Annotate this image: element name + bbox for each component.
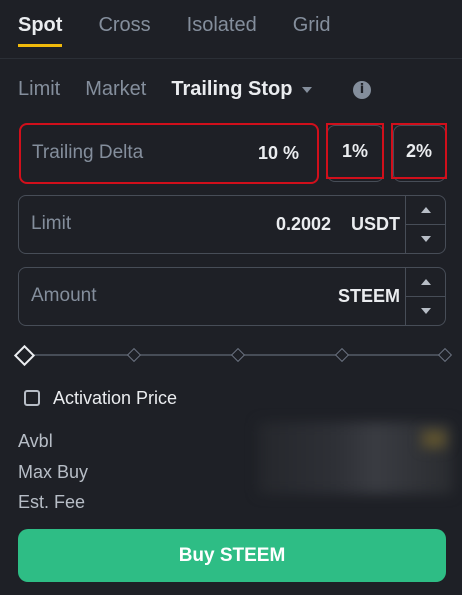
- chevron-down-icon: [421, 235, 431, 242]
- activation-price-checkbox[interactable]: [24, 390, 40, 406]
- amount-stepper: [405, 268, 446, 326]
- limit-decrement-button[interactable]: [406, 225, 446, 254]
- max-buy-label: Max Buy: [18, 462, 89, 482]
- trailing-delta-preset-2-button[interactable]: 2%: [391, 123, 447, 179]
- limit-stepper: [405, 196, 446, 254]
- blurred-icon: [422, 430, 446, 448]
- chevron-down-icon: [421, 307, 431, 314]
- amount-unit: STEEM: [337, 286, 400, 306]
- slider-mark-100[interactable]: [437, 347, 453, 363]
- info-icon[interactable]: i: [353, 81, 371, 99]
- limit-value: 0.2002: [275, 214, 331, 234]
- amount-label: Amount: [31, 285, 97, 306]
- tab-cross[interactable]: Cross: [98, 14, 150, 37]
- order-type-trailing-stop[interactable]: Trailing Stop: [171, 78, 313, 101]
- amount-increment-button[interactable]: [406, 268, 446, 297]
- trailing-delta-input[interactable]: Trailing Delta 10 %: [19, 123, 319, 184]
- chevron-up-icon: [421, 278, 431, 285]
- tabs-divider: [0, 58, 462, 59]
- trailing-delta-value: 10 %: [257, 143, 299, 163]
- tab-isolated[interactable]: Isolated: [187, 14, 257, 37]
- est-fee-label: Est. Fee: [18, 492, 86, 512]
- order-type-selector: Limit Market Trailing Stop: [18, 78, 313, 101]
- limit-increment-button[interactable]: [406, 196, 446, 225]
- limit-label: Limit: [31, 213, 72, 234]
- trailing-delta-label: Trailing Delta: [32, 142, 144, 163]
- activation-price-label: Activation Price: [53, 388, 178, 408]
- slider-mark-25[interactable]: [126, 347, 142, 363]
- order-type-trailing-stop-label: Trailing Stop: [171, 78, 293, 100]
- chevron-up-icon: [421, 206, 431, 213]
- order-type-limit[interactable]: Limit: [18, 78, 60, 101]
- amount-decrement-button[interactable]: [406, 297, 446, 326]
- limit-unit: USDT: [351, 214, 400, 234]
- avbl-label: Avbl: [18, 431, 53, 451]
- tab-grid[interactable]: Grid: [293, 14, 331, 37]
- order-type-market[interactable]: Market: [85, 78, 146, 101]
- amount-input[interactable]: Amount STEEM: [18, 267, 446, 326]
- limit-price-input[interactable]: Limit 0.2002 USDT: [18, 195, 446, 254]
- trailing-delta-preset-1-button[interactable]: 1%: [326, 123, 384, 179]
- chevron-down-icon[interactable]: [302, 86, 313, 93]
- margin-mode-tabs: Spot Cross Isolated Grid: [18, 14, 331, 47]
- slider-mark-75[interactable]: [334, 347, 350, 363]
- tab-spot[interactable]: Spot: [18, 14, 63, 47]
- slider-mark-50[interactable]: [230, 347, 246, 363]
- buy-button[interactable]: Buy STEEM: [18, 529, 446, 582]
- amount-slider-handle[interactable]: [13, 344, 36, 367]
